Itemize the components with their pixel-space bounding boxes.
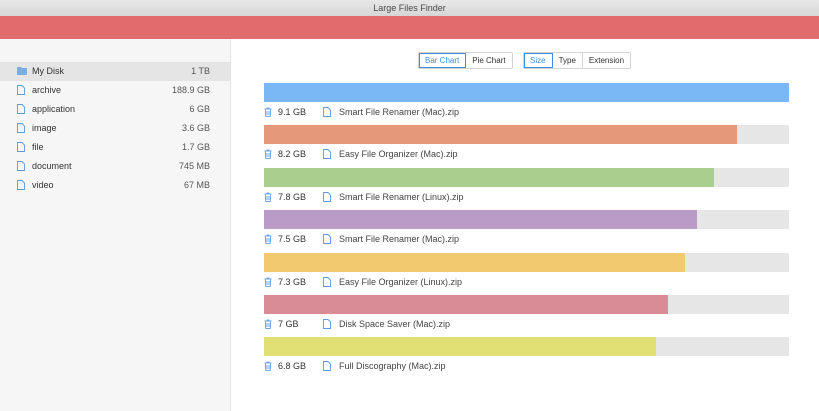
file-size-label: 7 GB <box>278 319 299 329</box>
sidebar-item[interactable]: video 67 MB <box>0 176 230 195</box>
file-icon <box>17 85 27 96</box>
file-size-label: 7.5 GB <box>278 234 307 245</box>
file-size-label: 7.3 GB <box>278 276 307 287</box>
file-row-info: 7.8 GB Smart File Renamer (Linux).zip <box>264 190 789 204</box>
file-icon <box>17 104 27 115</box>
file-name-label[interactable]: Disk Space Saver (Mac).zip <box>339 319 450 329</box>
folder-icon <box>17 66 27 77</box>
file-row-info: 7 GB Disk Space Saver (Mac).zip <box>264 317 789 331</box>
file-size-label: 9.1 GB <box>278 107 307 117</box>
sidebar-item-label: document <box>32 161 72 171</box>
sidebar-item-size: 67 MB <box>183 180 210 190</box>
file-size-label: 8.2 GB <box>278 149 307 160</box>
file-icon <box>323 107 331 117</box>
file-size-bar-fill <box>264 210 697 230</box>
file-size-bar[interactable] <box>264 337 789 357</box>
file-size-bar-fill <box>264 125 737 145</box>
file-size-label: 7.8 GB <box>278 191 307 202</box>
sidebar-item[interactable]: My Disk 1 TB <box>0 62 230 81</box>
trash-icon[interactable] <box>264 107 272 117</box>
header-bar <box>0 16 819 39</box>
sidebar-item-size: 1 TB <box>191 66 210 76</box>
main-panel: Bar Chart Pie Chart Size Type Extension … <box>231 39 819 411</box>
sidebar-item[interactable]: image 3.6 GB <box>0 119 230 138</box>
file-size-bar-fill <box>264 295 668 314</box>
file-icon <box>17 142 27 153</box>
group-toggle: Size Type Extension <box>523 52 632 69</box>
file-name-label[interactable]: Full Discography (Mac).zip <box>339 361 446 371</box>
trash-icon[interactable] <box>264 277 272 287</box>
file-icon <box>17 180 27 191</box>
file-size-bar-fill <box>264 83 789 102</box>
sidebar-item[interactable]: archive 188.9 GB <box>0 81 230 100</box>
file-size-label: 6.8 GB <box>278 361 307 372</box>
sidebar-item-label: file <box>32 142 44 152</box>
view-toggle: Bar Chart Pie Chart <box>418 52 513 69</box>
file-name-label[interactable]: Smart File Renamer (Linux).zip <box>339 192 464 202</box>
window-title: Large Files Finder <box>373 3 446 13</box>
sidebar-item[interactable]: application 6 GB <box>0 100 230 119</box>
sidebar-item-label: archive <box>32 85 62 95</box>
file-size-bar[interactable] <box>264 83 789 102</box>
file-size-bar-fill <box>264 252 685 272</box>
file-name-label[interactable]: Easy File Organizer (Linux).zip <box>339 277 462 287</box>
file-icon <box>323 149 331 160</box>
trash-icon[interactable] <box>264 192 272 202</box>
file-size-bar[interactable] <box>264 252 789 272</box>
file-row-info: 7.3 GB Easy File Organizer (Linux).zip <box>264 275 789 289</box>
sidebar-item-size: 6 GB <box>189 104 210 114</box>
file-icon <box>323 361 331 372</box>
file-size-bar[interactable] <box>264 167 789 187</box>
sidebar-item-size: 3.6 GB <box>181 123 210 133</box>
file-size-bar[interactable] <box>264 210 789 230</box>
sidebar-item-label: application <box>32 104 76 114</box>
sidebar-item-size: 1.7 GB <box>181 142 210 152</box>
sidebar-item[interactable]: file 1.7 GB <box>0 138 230 157</box>
trash-icon[interactable] <box>264 149 272 160</box>
sidebar: My Disk 1 TB archive 188.9 GB application 6 G… <box>0 39 231 411</box>
sidebar-item[interactable]: document 745 MB <box>0 157 230 176</box>
size-button[interactable]: Size <box>524 53 553 68</box>
trash-icon[interactable] <box>264 319 272 329</box>
file-icon <box>323 234 331 245</box>
file-icon <box>323 319 331 329</box>
file-name-label[interactable]: Smart File Renamer (Mac).zip <box>339 234 459 244</box>
file-size-bar-fill <box>264 167 714 187</box>
file-size-bar[interactable] <box>264 295 789 314</box>
file-row-info: 9.1 GB Smart File Renamer (Mac).zip <box>264 105 789 119</box>
trash-icon[interactable] <box>264 361 272 372</box>
file-name-label[interactable]: Easy File Organizer (Mac).zip <box>339 149 458 159</box>
pie-chart-button[interactable]: Pie Chart <box>466 53 512 68</box>
file-name-label[interactable]: Smart File Renamer (Mac).zip <box>339 107 459 117</box>
file-icon <box>17 161 27 172</box>
sidebar-item-label: video <box>32 180 54 190</box>
bar-chart-button[interactable]: Bar Chart <box>419 53 467 68</box>
file-icon <box>323 276 331 287</box>
type-button[interactable]: Type <box>552 53 583 68</box>
file-row-info: 8.2 GB Easy File Organizer (Mac).zip <box>264 147 789 161</box>
trash-icon[interactable] <box>264 234 272 245</box>
file-row-info: 6.8 GB Full Discography (Mac).zip <box>264 359 789 373</box>
window-titlebar: Large Files Finder <box>0 0 819 17</box>
sidebar-item-label: image <box>32 123 57 133</box>
sidebar-item-label: My Disk <box>32 66 64 76</box>
file-size-bar-fill <box>264 337 656 357</box>
file-icon <box>323 191 331 202</box>
extension-button[interactable]: Extension <box>582 53 631 68</box>
file-icon <box>17 123 27 134</box>
sidebar-item-size: 745 MB <box>178 161 210 171</box>
sidebar-item-size: 188.9 GB <box>171 85 210 95</box>
file-row-info: 7.5 GB Smart File Renamer (Mac).zip <box>264 232 789 246</box>
file-size-bar[interactable] <box>264 125 789 145</box>
